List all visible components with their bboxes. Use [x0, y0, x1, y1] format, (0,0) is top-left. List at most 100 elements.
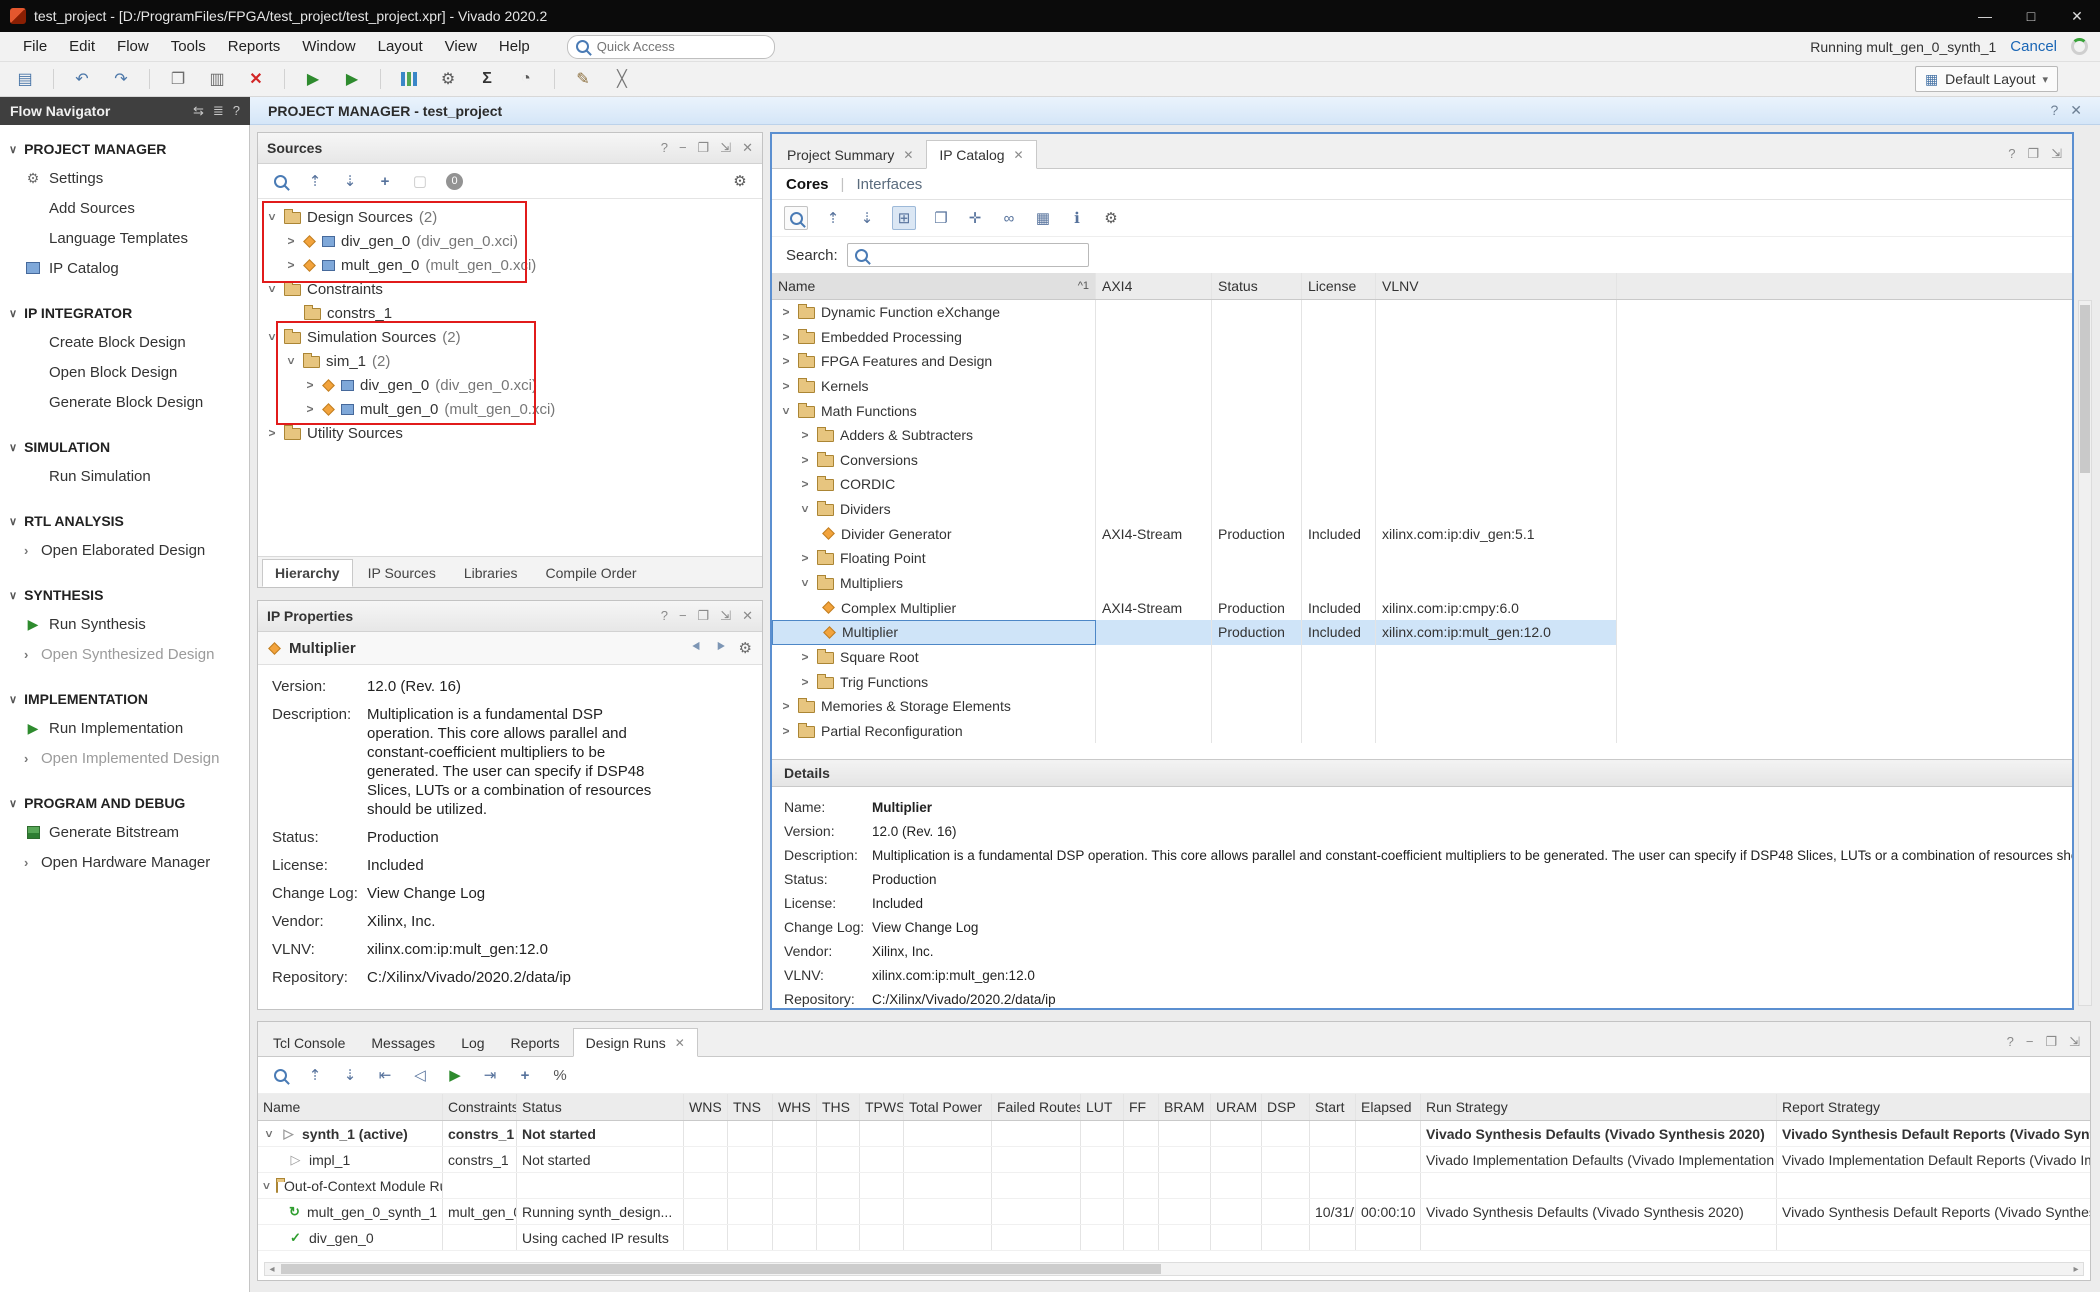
back-icon[interactable]: ⯇	[691, 639, 703, 657]
minimize-icon[interactable]: −	[2026, 1034, 2034, 1050]
chevron-right-icon[interactable]: ›	[24, 751, 34, 766]
customize-ip-icon[interactable]: ✛	[966, 209, 984, 227]
tree-row-sim-div-gen-0[interactable]: div_gen_0 (div_gen_0.xci)	[258, 373, 762, 397]
scrollbar-thumb[interactable]	[2080, 305, 2090, 473]
expander-icon[interactable]	[780, 379, 792, 393]
gear-icon[interactable]: ⚙	[1102, 209, 1120, 227]
run-row-mult-gen-0-synth-1[interactable]: ↻mult_gen_0_synth_1 mult_gen_0 Running s…	[258, 1199, 2090, 1225]
name-cell[interactable]: Dividers	[772, 497, 1096, 522]
tree-row-sim-1[interactable]: sim_1 (2)	[258, 349, 762, 373]
menu-help[interactable]: Help	[488, 34, 541, 59]
run-row-div-gen-0[interactable]: ✓div_gen_0 Using cached IP results	[258, 1225, 2090, 1251]
detail-change-log-link[interactable]: View Change Log	[872, 920, 978, 935]
column-header[interactable]: TPWS	[860, 1094, 904, 1120]
tab-project-summary[interactable]: Project Summary ✕	[774, 140, 926, 169]
tab-compile-order[interactable]: Compile Order	[533, 559, 650, 587]
catalog-search-input-box[interactable]	[847, 243, 1089, 267]
sidebar-item-language-templates[interactable]: Language Templates	[0, 223, 249, 253]
collapse-all-icon[interactable]: ⇡	[306, 1066, 324, 1084]
expander-icon[interactable]	[799, 675, 811, 689]
column-header[interactable]: LUT	[1081, 1094, 1124, 1120]
add-sources-icon[interactable]: +	[376, 172, 394, 190]
percent-icon[interactable]: %	[551, 1066, 569, 1084]
swap-icon[interactable]: ⇆	[193, 103, 204, 119]
name-cell[interactable]: ▷impl_1	[258, 1147, 443, 1172]
column-header-name[interactable]: Name ^1	[772, 273, 1096, 299]
chevron-right-icon[interactable]: ›	[24, 543, 34, 558]
close-icon[interactable]: ✕	[675, 1036, 685, 1050]
expander-icon[interactable]	[262, 1128, 276, 1140]
help-icon[interactable]: ?	[2007, 1034, 2014, 1050]
tree-row-constrs-1[interactable]: constrs_1	[258, 301, 762, 325]
column-header-axi4[interactable]: AXI4	[1096, 273, 1212, 299]
help-icon[interactable]: ?	[233, 103, 240, 119]
column-header[interactable]: THS	[817, 1094, 860, 1120]
menu-layout[interactable]: Layout	[367, 34, 434, 59]
quick-access-input[interactable]	[595, 38, 739, 55]
menu-tools[interactable]: Tools	[160, 34, 217, 59]
tools-icon[interactable]: ╳	[611, 68, 633, 90]
sidebar-item-generate-block-design[interactable]: Generate Block Design	[0, 387, 249, 417]
expander-icon[interactable]	[798, 503, 812, 515]
close-icon[interactable]: ✕	[742, 608, 753, 624]
catalog-row[interactable]: Trig Functions	[772, 669, 2072, 694]
tab-design-runs[interactable]: Design Runs✕	[573, 1028, 698, 1057]
name-cell[interactable]: Dynamic Function eXchange	[772, 300, 1096, 325]
expander-icon[interactable]	[799, 551, 811, 565]
expander-icon[interactable]	[780, 699, 792, 713]
vertical-scrollbar[interactable]	[2078, 300, 2092, 1006]
sidebar-item-run-simulation[interactable]: Run Simulation	[0, 461, 249, 491]
tab-tcl-console[interactable]: Tcl Console	[260, 1028, 358, 1057]
sidebar-item-open-block-design[interactable]: Open Block Design	[0, 357, 249, 387]
catalog-row[interactable]: Embedded Processing	[772, 324, 2072, 349]
name-cell[interactable]: ▷synth_1 (active)	[258, 1121, 443, 1146]
detail-status-link[interactable]: Production	[872, 872, 937, 887]
scroll-right-icon[interactable]: ▸	[2069, 1263, 2083, 1275]
catalog-row-multiplier-selected[interactable]: Multiplier Production Included xilinx.co…	[772, 620, 2072, 645]
column-header[interactable]: TNS	[728, 1094, 773, 1120]
expand-all-icon[interactable]: ⇣	[341, 172, 359, 190]
chevron-right-icon[interactable]: ›	[24, 647, 34, 662]
column-header[interactable]: FF	[1124, 1094, 1159, 1120]
expander-icon[interactable]	[780, 724, 792, 738]
close-icon[interactable]: ✕	[1014, 148, 1024, 162]
name-cell[interactable]: Memories & Storage Elements	[772, 694, 1096, 719]
search-icon[interactable]	[784, 206, 808, 230]
name-cell[interactable]: Floating Point	[772, 546, 1096, 571]
forward-icon[interactable]: ⯈	[715, 639, 727, 657]
catalog-row-math-functions[interactable]: Math Functions	[772, 398, 2072, 423]
catalog-row[interactable]: FPGA Features and Design	[772, 349, 2072, 374]
sidebar-item-run-synthesis[interactable]: ▶Run Synthesis	[0, 609, 249, 639]
tree-row-design-sources[interactable]: Design Sources (2)	[258, 205, 762, 229]
column-header[interactable]: Run Strategy	[1421, 1094, 1777, 1120]
close-icon[interactable]: ✕	[903, 148, 913, 162]
expand-all-icon[interactable]: ⇣	[341, 1066, 359, 1084]
expander-icon[interactable]	[265, 331, 279, 343]
subtab-interfaces[interactable]: Interfaces	[856, 176, 922, 193]
expander-icon[interactable]	[304, 402, 316, 416]
catalog-row[interactable]: Square Root	[772, 645, 2072, 670]
column-header-vlnv[interactable]: VLNV	[1376, 273, 1617, 299]
status-link[interactable]: Production	[367, 828, 652, 847]
maximize-icon[interactable]: ⇲	[720, 608, 731, 624]
tree-row-simulation-sources[interactable]: Simulation Sources (2)	[258, 325, 762, 349]
clock-icon[interactable]: ◔	[515, 68, 537, 90]
sigma-icon[interactable]: Σ	[476, 68, 498, 90]
refresh-icon[interactable]: ▢	[411, 172, 429, 190]
column-header[interactable]: URAM	[1211, 1094, 1262, 1120]
column-header[interactable]: WNS	[684, 1094, 728, 1120]
float-icon[interactable]: ❐	[698, 608, 710, 624]
sidebar-item-create-block-design[interactable]: Create Block Design	[0, 327, 249, 357]
expander-icon[interactable]	[265, 283, 279, 295]
maximize-icon[interactable]: □	[2008, 0, 2054, 32]
expander-icon[interactable]	[304, 378, 316, 392]
redo-icon[interactable]: ↷	[110, 68, 132, 90]
save-icon[interactable]: ▤	[14, 68, 36, 90]
name-cell[interactable]: Embedded Processing	[772, 324, 1096, 349]
undo-icon[interactable]: ↶	[71, 68, 93, 90]
column-header[interactable]: WHS	[773, 1094, 817, 1120]
scrollbar-thumb[interactable]	[281, 1264, 1161, 1274]
catalog-row[interactable]: Floating Point	[772, 546, 2072, 571]
column-header-status[interactable]: Status	[1212, 273, 1302, 299]
sidebar-item-settings[interactable]: ⚙Settings	[0, 163, 249, 193]
